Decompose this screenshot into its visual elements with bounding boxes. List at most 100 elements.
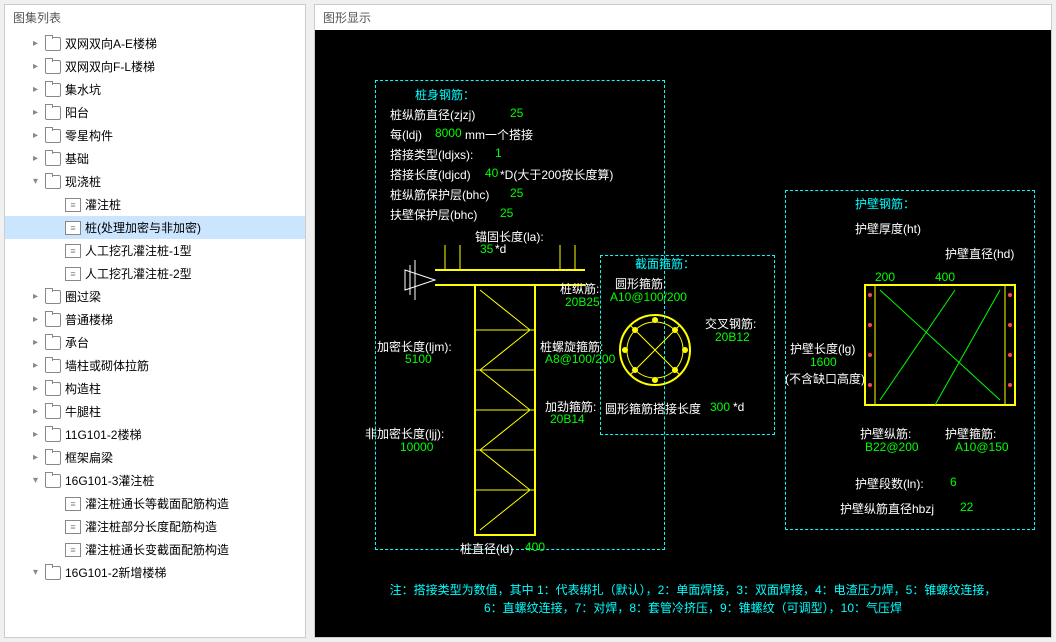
tree-item-label: 构造柱 bbox=[65, 380, 101, 397]
drawing-viewer[interactable]: 桩身钢筋： 桩纵筋直径(zjzj)25 每(ldj)8000 mm一个搭接 搭接… bbox=[315, 30, 1051, 637]
viewer-panel-title: 图形显示 bbox=[315, 5, 1051, 30]
document-icon: ≡ bbox=[65, 221, 81, 235]
tree-item-label: 框架扁梁 bbox=[65, 449, 113, 466]
document-icon: ≡ bbox=[65, 497, 81, 511]
tree-item-label: 双网双向F-L楼梯 bbox=[65, 58, 155, 75]
tree-item[interactable]: ≡ 人工挖孔灌注桩-2型 bbox=[5, 262, 305, 285]
tree-item-label: 集水坑 bbox=[65, 81, 101, 98]
expand-arrow-icon: ▸ bbox=[33, 429, 45, 440]
document-icon: ≡ bbox=[65, 520, 81, 534]
tree-item[interactable]: ▸ 基础 bbox=[5, 147, 305, 170]
tree-item[interactable]: ▸ 墙柱或砌体拉筋 bbox=[5, 354, 305, 377]
expand-arrow-icon: ▸ bbox=[33, 107, 45, 118]
tree-item[interactable]: ▸ 阳台 bbox=[5, 101, 305, 124]
expand-arrow-icon: ▸ bbox=[33, 61, 45, 72]
folder-icon bbox=[45, 175, 61, 189]
folder-icon bbox=[45, 428, 61, 442]
tree-item-label: 普通楼梯 bbox=[65, 311, 113, 328]
tree-item[interactable]: ≡ 灌注桩通长变截面配筋构造 bbox=[5, 538, 305, 561]
tree-item[interactable]: ▸ 集水坑 bbox=[5, 78, 305, 101]
tree-item-label: 零星构件 bbox=[65, 127, 113, 144]
document-icon: ≡ bbox=[65, 543, 81, 557]
document-icon: ≡ bbox=[65, 244, 81, 258]
folder-icon bbox=[45, 83, 61, 97]
tree-item[interactable]: ▸ 双网双向F-L楼梯 bbox=[5, 55, 305, 78]
folder-icon bbox=[45, 129, 61, 143]
tree-item-label: 灌注桩通长变截面配筋构造 bbox=[85, 541, 229, 558]
document-icon: ≡ bbox=[65, 267, 81, 281]
expand-arrow-icon: ▸ bbox=[33, 360, 45, 371]
tree-item-label: 灌注桩 bbox=[85, 196, 121, 213]
wall-title: 护壁钢筋： bbox=[855, 195, 915, 212]
tree-item-label: 11G101-2楼梯 bbox=[65, 426, 141, 443]
tree-item[interactable]: ≡ 灌注桩部分长度配筋构造 bbox=[5, 515, 305, 538]
footer-note: 注：搭接类型为数值，其中 1：代表绑扎（默认），2：单面焊接，3：双面焊接，4：… bbox=[355, 581, 1031, 617]
tree-item[interactable]: ≡ 人工挖孔灌注桩-1型 bbox=[5, 239, 305, 262]
expand-arrow-icon: ▸ bbox=[33, 406, 45, 417]
tree-item[interactable]: ▸ 11G101-2楼梯 bbox=[5, 423, 305, 446]
tree-item[interactable]: ≡ 灌注桩通长等截面配筋构造 bbox=[5, 492, 305, 515]
expand-arrow-icon: ▾ bbox=[33, 176, 45, 187]
tree-item-label: 阳台 bbox=[65, 104, 89, 121]
folder-icon bbox=[45, 474, 61, 488]
tree-item-label: 16G101-3灌注桩 bbox=[65, 472, 154, 489]
tree-item[interactable]: ▾ 16G101-2新增楼梯 bbox=[5, 561, 305, 584]
pile-title: 桩身钢筋： bbox=[415, 86, 475, 103]
tree-item[interactable]: ▸ 牛腿柱 bbox=[5, 400, 305, 423]
tree-item-label: 人工挖孔灌注桩-1型 bbox=[85, 242, 192, 259]
document-icon: ≡ bbox=[65, 198, 81, 212]
folder-icon bbox=[45, 313, 61, 327]
tree-item-label: 灌注桩通长等截面配筋构造 bbox=[85, 495, 229, 512]
folder-icon bbox=[45, 106, 61, 120]
tree-item[interactable]: ▸ 零星构件 bbox=[5, 124, 305, 147]
tree-item[interactable]: ≡ 灌注桩 bbox=[5, 193, 305, 216]
expand-arrow-icon: ▸ bbox=[33, 84, 45, 95]
folder-icon bbox=[45, 382, 61, 396]
tree: ▸ 双网双向A-E楼梯 ▸ 双网双向F-L楼梯 ▸ 集水坑 ▸ 阳台 ▸ 零星构件 ▸ 基础 ▾ 现浇桩 ≡… bbox=[5, 30, 305, 637]
tree-item[interactable]: ▸ 构造柱 bbox=[5, 377, 305, 400]
cross-section-svg bbox=[610, 305, 700, 395]
folder-icon bbox=[45, 152, 61, 166]
tree-item-label: 承台 bbox=[65, 334, 89, 351]
folder-icon bbox=[45, 451, 61, 465]
folder-icon bbox=[45, 37, 61, 51]
folder-icon bbox=[45, 566, 61, 580]
tree-item[interactable]: ≡ 桩(处理加密与非加密) bbox=[5, 216, 305, 239]
tree-item[interactable]: ▾ 现浇桩 bbox=[5, 170, 305, 193]
expand-arrow-icon: ▾ bbox=[33, 567, 45, 578]
tree-item[interactable]: ▸ 圈过梁 bbox=[5, 285, 305, 308]
folder-icon bbox=[45, 359, 61, 373]
tree-item-label: 基础 bbox=[65, 150, 89, 167]
tree-item-label: 16G101-2新增楼梯 bbox=[65, 564, 166, 581]
tree-panel-title: 图集列表 bbox=[5, 5, 305, 30]
tree-item[interactable]: ▸ 普通楼梯 bbox=[5, 308, 305, 331]
tree-item-label: 人工挖孔灌注桩-2型 bbox=[85, 265, 192, 282]
folder-icon bbox=[45, 336, 61, 350]
tree-item-label: 双网双向A-E楼梯 bbox=[65, 35, 157, 52]
folder-icon bbox=[45, 60, 61, 74]
tree-item-label: 墙柱或砌体拉筋 bbox=[65, 357, 149, 374]
folder-icon bbox=[45, 290, 61, 304]
tree-item-label: 灌注桩部分长度配筋构造 bbox=[85, 518, 217, 535]
tree-item[interactable]: ▸ 双网双向A-E楼梯 bbox=[5, 32, 305, 55]
tree-item[interactable]: ▸ 承台 bbox=[5, 331, 305, 354]
expand-arrow-icon: ▸ bbox=[33, 153, 45, 164]
wall-svg bbox=[855, 280, 1025, 420]
tree-item-label: 现浇桩 bbox=[65, 173, 101, 190]
pile-elevation-svg bbox=[385, 230, 605, 550]
folder-icon bbox=[45, 405, 61, 419]
tree-item-label: 牛腿柱 bbox=[65, 403, 101, 420]
expand-arrow-icon: ▸ bbox=[33, 38, 45, 49]
tree-item-label: 圈过梁 bbox=[65, 288, 101, 305]
tree-item-label: 桩(处理加密与非加密) bbox=[85, 219, 201, 236]
cross-title: 截面箍筋： bbox=[635, 255, 695, 272]
expand-arrow-icon: ▸ bbox=[33, 337, 45, 348]
expand-arrow-icon: ▸ bbox=[33, 314, 45, 325]
expand-arrow-icon: ▸ bbox=[33, 452, 45, 463]
tree-item[interactable]: ▾ 16G101-3灌注桩 bbox=[5, 469, 305, 492]
expand-arrow-icon: ▾ bbox=[33, 475, 45, 486]
expand-arrow-icon: ▸ bbox=[33, 130, 45, 141]
tree-item[interactable]: ▸ 框架扁梁 bbox=[5, 446, 305, 469]
expand-arrow-icon: ▸ bbox=[33, 383, 45, 394]
expand-arrow-icon: ▸ bbox=[33, 291, 45, 302]
